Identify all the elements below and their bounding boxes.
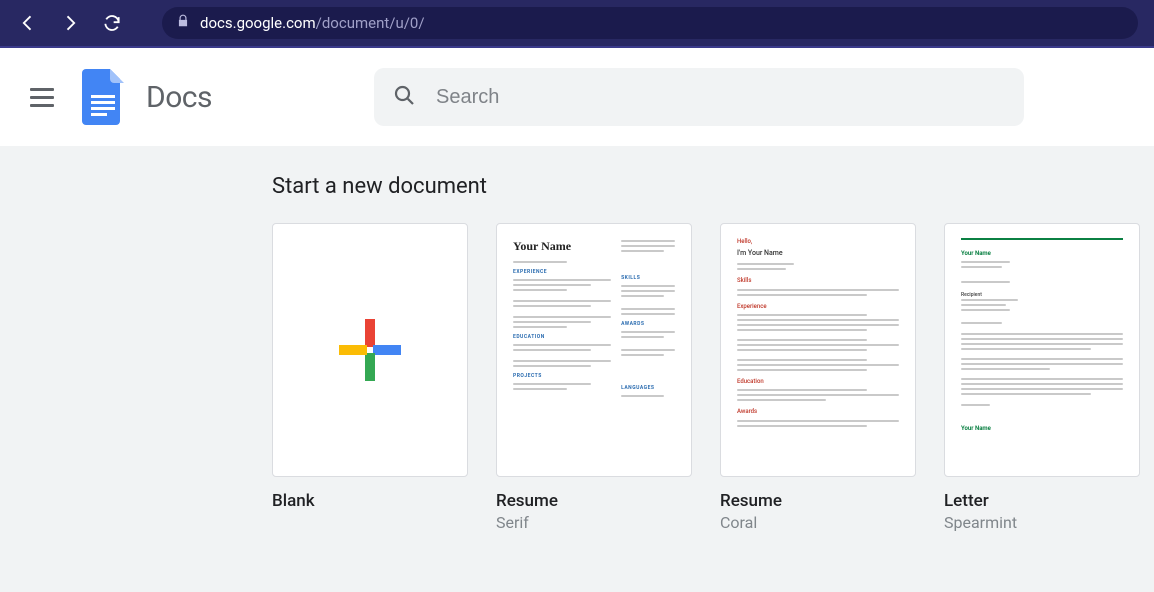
templates-section: Start a new document Blank xyxy=(0,146,1154,592)
template-card-resume-serif: Your Name EXPERIENCE EDUCATION xyxy=(496,223,692,532)
template-title: Resume xyxy=(720,491,916,511)
template-blank-thumb[interactable] xyxy=(272,223,468,477)
back-button[interactable] xyxy=(16,11,40,35)
template-title: Resume xyxy=(496,491,692,511)
search-icon xyxy=(392,83,416,111)
forward-button[interactable] xyxy=(58,11,82,35)
template-card-blank: Blank xyxy=(272,223,468,532)
template-subtitle: Coral xyxy=(720,513,916,532)
main-menu-button[interactable] xyxy=(30,82,60,112)
url-text: docs.google.com/document/u/0/ xyxy=(200,14,425,32)
plus-icon xyxy=(335,315,405,385)
url-host: docs.google.com xyxy=(200,14,316,32)
template-row: Blank Your Name EXPERIENCE xyxy=(272,223,1152,532)
template-resume-coral-thumb[interactable]: Hello, I'm Your Name Skills Experience xyxy=(720,223,916,477)
docs-logo-icon[interactable] xyxy=(82,69,124,125)
reload-button[interactable] xyxy=(100,11,124,35)
browser-top-bar: docs.google.com/document/u/0/ xyxy=(0,0,1154,48)
search-input[interactable] xyxy=(436,86,1006,109)
template-letter-spearmint-thumb[interactable]: Your Name Recipient xyxy=(944,223,1140,477)
url-path: /document/u/0/ xyxy=(316,14,425,32)
address-bar[interactable]: docs.google.com/document/u/0/ xyxy=(162,7,1138,39)
template-title: Letter xyxy=(944,491,1140,511)
template-card-resume-coral: Hello, I'm Your Name Skills Experience xyxy=(720,223,916,532)
lock-icon xyxy=(176,14,190,32)
search-box[interactable] xyxy=(374,68,1024,126)
app-header: Docs xyxy=(0,48,1154,146)
template-card-letter-spearmint: Your Name Recipient xyxy=(944,223,1140,532)
template-title: Blank xyxy=(272,491,468,511)
section-title: Start a new document xyxy=(272,174,1152,199)
template-subtitle: Serif xyxy=(496,513,692,532)
template-resume-serif-thumb[interactable]: Your Name EXPERIENCE EDUCATION xyxy=(496,223,692,477)
app-title: Docs xyxy=(146,80,212,115)
template-subtitle: Spearmint xyxy=(944,513,1140,532)
